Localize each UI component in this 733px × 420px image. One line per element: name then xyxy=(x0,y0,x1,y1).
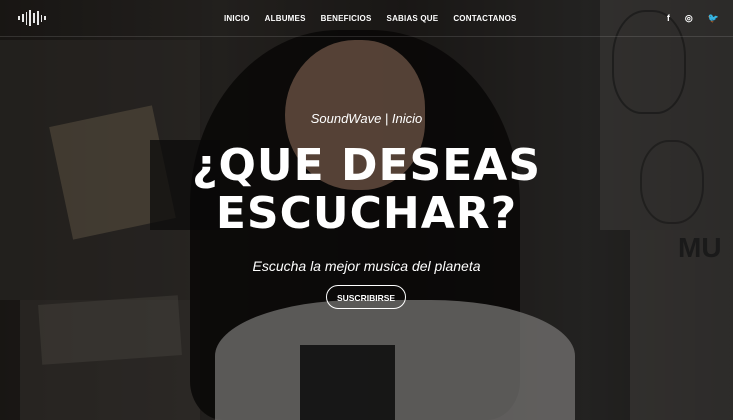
subscribe-button[interactable]: SUSCRIBIRSE xyxy=(326,285,406,309)
hero-headline-line2: ESCUCHAR? xyxy=(215,188,518,239)
hero-headline: ¿QUE DESEAS ESCUCHAR? xyxy=(0,142,733,238)
hero-section: SoundWave | Inicio ¿QUE DESEAS ESCUCHAR?… xyxy=(0,0,733,420)
hero-kicker: SoundWave | Inicio xyxy=(310,111,423,126)
hero-headline-line1: ¿QUE DESEAS xyxy=(191,140,542,191)
hero-subtitle: Escucha la mejor musica del planeta xyxy=(252,258,481,274)
